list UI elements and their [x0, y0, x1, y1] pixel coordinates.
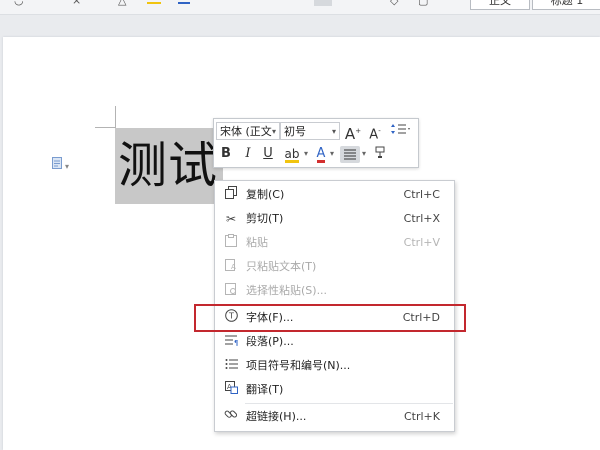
paste-special-icon — [223, 279, 239, 303]
ribbon-font-color-icon[interactable] — [178, 0, 190, 4]
dropdown-caret-icon: ▾ — [65, 162, 70, 171]
font-name-select[interactable]: 宋体 (正文 ▾ — [216, 122, 280, 140]
menu-item-shortcut: Ctrl+X — [403, 212, 440, 225]
menu-item-bullets-numbering[interactable]: 项目符号和编号(N)... — [215, 354, 454, 378]
menu-item-label: 剪切(T) — [246, 212, 284, 225]
menu-item-shortcut: Ctrl+C — [403, 188, 440, 201]
document-icon — [52, 157, 62, 169]
bullets-icon — [223, 354, 239, 378]
highlight-icon: ab — [284, 147, 300, 163]
highlight-button[interactable]: ab — [282, 145, 302, 163]
ribbon-font-icon[interactable]: ⌃ — [50, 0, 59, 10]
paragraph-layout-icon[interactable]: ▾ — [52, 157, 69, 172]
font-size-value: 初号 — [284, 125, 306, 138]
menu-item-shortcut: Ctrl+V — [403, 236, 440, 249]
menu-item-label: 粘贴 — [246, 236, 268, 249]
font-color-button[interactable]: A — [314, 145, 328, 163]
style-normal[interactable]: 正文 — [470, 0, 530, 10]
shrink-font-button[interactable]: A- — [366, 122, 384, 143]
menu-item-label: 翻译(T) — [246, 383, 284, 396]
ribbon-shading-icon[interactable]: ◇ — [390, 0, 398, 10]
format-painter-button[interactable] — [372, 145, 388, 163]
shrink-font-icon: A — [369, 127, 379, 143]
highlight-dropdown-icon[interactable]: ▾ — [302, 145, 310, 163]
svg-text:A: A — [231, 263, 236, 271]
underline-button[interactable]: U — [260, 145, 276, 163]
menu-item-paste-text-only[interactable]: A 只粘贴文本(T) — [215, 255, 454, 279]
menu-item-translate[interactable]: A 翻译(T) — [215, 378, 454, 402]
menu-item-label: 项目符号和编号(N)... — [246, 359, 351, 372]
align-justify-icon — [344, 149, 356, 160]
menu-item-paragraph[interactable]: ¶ 段落(P)... — [215, 330, 454, 354]
font-name-value: 宋体 (正文 — [220, 125, 272, 138]
line-spacing-button[interactable] — [388, 122, 414, 140]
ribbon-clear-icon[interactable]: × — [72, 0, 81, 10]
paste-text-icon: A — [223, 255, 239, 279]
line-spacing-icon — [391, 124, 410, 134]
menu-item-hyperlink[interactable]: 超链接(H)... Ctrl+K — [215, 405, 454, 429]
margin-mark-vertical — [115, 106, 116, 127]
format-painter-icon — [375, 146, 385, 158]
copy-icon — [223, 183, 239, 207]
grow-font-button[interactable]: A+ — [344, 122, 362, 143]
mini-toolbar: 宋体 (正文 ▾ 初号 ▾ A+ A- B I U ab ▾ A ▾ ▾ — [213, 118, 419, 168]
paragraph-icon: ¶ — [223, 330, 239, 354]
menu-item-label: 选择性粘贴(S)... — [246, 284, 328, 297]
ribbon-format-icon[interactable]: ◡ — [14, 0, 24, 10]
ribbon-border-icon[interactable]: ▢ — [418, 0, 428, 10]
translate-icon: A — [223, 378, 239, 402]
menu-item-paste-special[interactable]: 选择性粘贴(S)... — [215, 279, 454, 303]
italic-button[interactable]: I — [240, 145, 256, 163]
align-button[interactable] — [340, 146, 360, 163]
selected-text[interactable]: 测试 — [115, 128, 223, 204]
font-size-select[interactable]: 初号 ▾ — [280, 122, 340, 140]
paste-icon — [223, 231, 239, 255]
menu-item-shortcut: Ctrl+K — [403, 410, 440, 423]
align-dropdown-icon[interactable]: ▾ — [360, 145, 368, 163]
ribbon-shape-icon[interactable]: △ — [118, 0, 126, 10]
grow-font-icon: A — [344, 125, 356, 143]
menu-separator — [245, 403, 453, 404]
menu-item-copy[interactable]: 复制(C) Ctrl+C — [215, 183, 454, 207]
style-heading-1[interactable]: 标题 1 — [532, 0, 600, 10]
menu-item-label: 复制(C) — [246, 188, 285, 201]
scissors-icon: ✂ — [225, 212, 237, 226]
margin-mark-horizontal — [95, 127, 116, 128]
chevron-down-icon: ▾ — [271, 127, 276, 136]
font-color-icon: A — [316, 146, 326, 163]
chevron-down-icon: ▾ — [331, 127, 336, 136]
annotation-highlight-box — [194, 304, 466, 332]
menu-item-label: 超链接(H)... — [246, 410, 307, 423]
font-color-dropdown-icon[interactable]: ▾ — [328, 145, 336, 163]
ribbon-highlight-icon[interactable] — [147, 0, 161, 4]
svg-text:¶: ¶ — [234, 339, 238, 346]
menu-item-paste[interactable]: 粘贴 Ctrl+V — [215, 231, 454, 255]
link-icon — [223, 405, 239, 429]
bold-button[interactable]: B — [218, 145, 234, 163]
menu-item-cut[interactable]: ✂ 剪切(T) Ctrl+X — [215, 207, 454, 231]
menu-item-label: 只粘贴文本(T) — [246, 260, 317, 273]
ribbon-justify-icon[interactable] — [314, 0, 332, 6]
ribbon-toolbar: ◡ ⌃ × △ ◇ ▢ 正文 标题 1 — [0, 0, 600, 15]
menu-item-label: 段落(P)... — [246, 335, 294, 348]
